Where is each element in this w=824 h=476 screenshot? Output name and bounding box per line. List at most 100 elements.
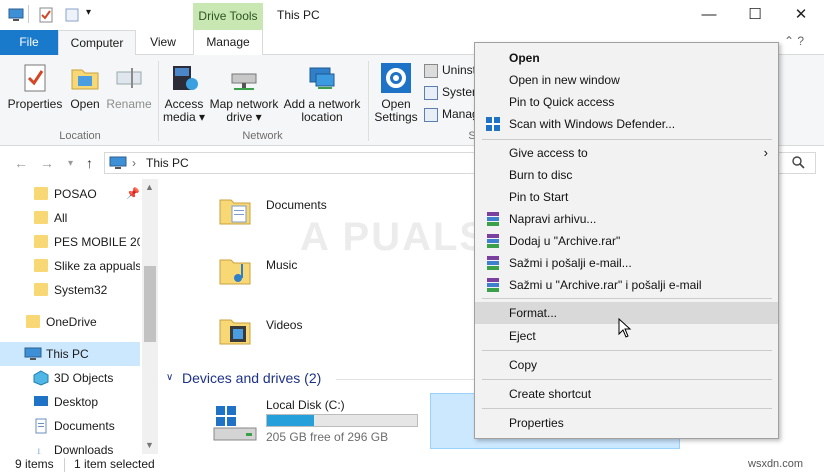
new-folder-qat-icon[interactable]	[64, 7, 80, 23]
desktop-icon	[34, 396, 48, 406]
map-network-drive-icon	[231, 73, 257, 90]
network-location-icon	[309, 67, 335, 89]
maximize-button[interactable]: ☐	[732, 0, 778, 30]
open-button[interactable]: Open	[66, 62, 104, 111]
nav-item-desktop[interactable]: Desktop	[0, 390, 140, 414]
collapse-chevron-icon[interactable]: ∨	[166, 372, 173, 383]
winrar-icon	[487, 256, 499, 270]
rename-button[interactable]: Rename	[104, 62, 154, 111]
nav-item-onedrive[interactable]: OneDrive	[0, 310, 140, 334]
folder-label: Videos	[266, 318, 303, 332]
windows-defender-icon	[486, 117, 500, 131]
ribbon-help-controls[interactable]: ⌃ ?	[784, 34, 804, 48]
drive-label: Local Disk (C:)	[266, 398, 345, 412]
menu-item-sazmi-email[interactable]: Sažmi i pošalji e-mail...	[475, 252, 778, 274]
devices-section-heading[interactable]: Devices and drives (2)	[182, 370, 321, 386]
recent-locations-icon[interactable]: ▾	[68, 158, 73, 169]
qat-separator	[28, 5, 29, 23]
uninstall-label: Uninst	[442, 63, 477, 77]
site-watermark: wsxdn.com	[748, 458, 804, 470]
uninstall-button[interactable]: Uninst	[424, 63, 476, 78]
ribbon-separator	[368, 61, 369, 141]
search-icon[interactable]	[792, 156, 805, 169]
menu-item-give-access[interactable]: Give access to ›	[475, 142, 778, 164]
menu-item-copy[interactable]: Copy	[475, 354, 778, 376]
menu-item-properties[interactable]: Properties	[475, 412, 778, 434]
winrar-icon	[487, 278, 499, 292]
folder-label: Music	[266, 258, 298, 272]
tab-computer[interactable]: Computer	[58, 30, 136, 55]
qat-dropdown-icon[interactable]: ▾	[86, 7, 91, 18]
menu-item-open-new-window[interactable]: Open in new window	[475, 69, 778, 91]
minimize-button[interactable]: —	[686, 0, 732, 30]
tab-file[interactable]: File	[0, 30, 58, 55]
nav-item-documents[interactable]: Documents	[0, 414, 140, 438]
settings-gear-icon	[381, 63, 411, 93]
computer-icon	[109, 156, 127, 169]
nav-item-label: This PC	[46, 347, 89, 361]
menu-separator	[482, 379, 772, 380]
menu-item-burn-disc[interactable]: Burn to disc	[475, 164, 778, 186]
uninstall-icon	[424, 63, 438, 78]
properties-icon	[24, 64, 46, 92]
menu-item-pin-quick-access[interactable]: Pin to Quick access	[475, 91, 778, 113]
pin-icon: 📌	[126, 188, 140, 200]
nav-item-label: OneDrive	[46, 315, 97, 329]
close-button[interactable]: ✕	[778, 0, 824, 30]
manage-icon	[424, 107, 438, 122]
add-network-location-button[interactable]: Add a network location	[282, 62, 362, 124]
group-label-location: Location	[59, 130, 101, 142]
nav-item-downloads[interactable]: ↓ Downloads	[0, 438, 140, 454]
add-network-location-label: Add a network location	[283, 97, 361, 124]
nav-item-system32[interactable]: System32	[0, 278, 140, 302]
nav-item-label: Downloads	[54, 443, 114, 454]
open-settings-button[interactable]: Open Settings	[372, 62, 420, 124]
folder-icon	[34, 187, 48, 200]
nav-item-slike[interactable]: Slike za appuals-	[0, 254, 140, 278]
nav-item-label: POSAO	[54, 187, 97, 201]
menu-item-napravi-arhivu[interactable]: Napravi arhivu...	[475, 208, 778, 230]
folder-icon	[34, 259, 48, 272]
map-network-drive-button[interactable]: Map network drive ▾	[208, 62, 280, 124]
folder-icon	[26, 315, 40, 328]
nav-item-3d-objects[interactable]: 3D Objects	[0, 366, 140, 390]
forward-arrow-icon[interactable]: →	[40, 155, 54, 171]
hard-drive-icon	[213, 406, 257, 441]
nav-item-posao[interactable]: POSAO 📌	[0, 182, 140, 206]
documents-icon	[35, 418, 47, 434]
group-label-network: Network	[242, 130, 283, 142]
menu-item-dodaj-archive[interactable]: Dodaj u "Archive.rar"	[475, 230, 778, 252]
scroll-down-icon[interactable]: ▼	[145, 440, 154, 450]
up-arrow-icon[interactable]: ↑	[86, 155, 93, 171]
properties-qat-icon[interactable]	[38, 7, 54, 23]
menu-item-scan-defender[interactable]: Scan with Windows Defender...	[475, 113, 778, 135]
map-network-drive-label: Map network drive ▾	[209, 97, 279, 124]
drive-usage-fill	[267, 415, 314, 426]
properties-button[interactable]: Properties	[6, 62, 64, 111]
section-divider	[336, 379, 476, 380]
folder-videos[interactable]: Videos	[218, 312, 358, 358]
file-explorer-window: ▾ Drive Tools This PC — ☐ ✕ File Compute…	[0, 0, 824, 476]
breadcrumb-chevron-icon[interactable]: ›	[132, 156, 136, 170]
menu-item-open[interactable]: Open	[475, 47, 778, 69]
watermark-logo: A PUALS	[300, 215, 489, 259]
nav-item-pes-mobile[interactable]: PES MOBILE 201	[0, 230, 140, 254]
nav-item-all[interactable]: All	[0, 206, 140, 230]
back-arrow-icon[interactable]: ←	[14, 155, 28, 171]
access-media-button[interactable]: Access media ▾	[160, 62, 208, 124]
menu-item-pin-start[interactable]: Pin to Start	[475, 186, 778, 208]
scroll-up-icon[interactable]: ▲	[145, 182, 154, 192]
access-media-label: Access media ▾	[162, 97, 206, 124]
nav-item-label: All	[54, 211, 68, 225]
menu-separator	[482, 350, 772, 351]
manage-button[interactable]: Manag	[424, 107, 479, 122]
tab-manage[interactable]: Manage	[193, 30, 263, 55]
menu-item-sazmi-archive-email[interactable]: Sažmi u "Archive.rar" i pošalji e-mail	[475, 274, 778, 296]
tab-view[interactable]: View	[140, 30, 186, 55]
nav-item-this-pc[interactable]: This PC	[0, 342, 140, 366]
nav-scrollbar-thumb[interactable]	[144, 266, 156, 342]
status-item-count: 9 items	[15, 457, 54, 471]
status-selection: 1 item selected	[74, 457, 155, 471]
menu-item-create-shortcut[interactable]: Create shortcut	[475, 383, 778, 405]
submenu-arrow-icon: ›	[763, 145, 768, 160]
